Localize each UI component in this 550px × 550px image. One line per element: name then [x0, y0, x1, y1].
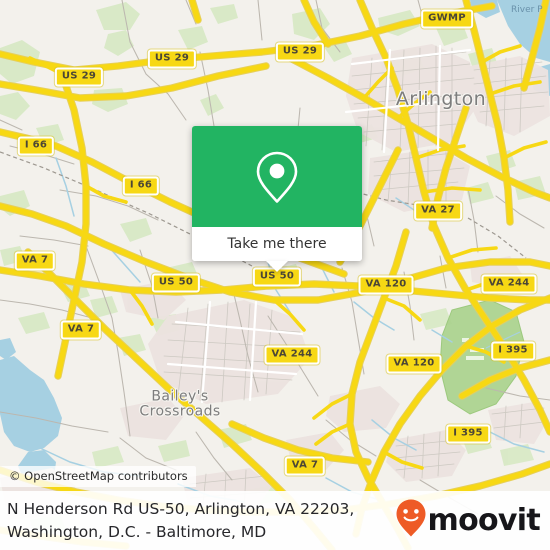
popup-action-row[interactable]: Take me there: [192, 227, 362, 261]
road-shield-us-29[interactable]: US 29: [275, 42, 325, 62]
map-attribution[interactable]: © OpenStreetMap contributors: [0, 466, 196, 487]
road-shield-va-7[interactable]: VA 7: [14, 251, 56, 271]
road-shield-va-27[interactable]: VA 27: [414, 201, 462, 221]
popup-header: [192, 126, 362, 227]
road-shield-us-29[interactable]: US 29: [147, 49, 197, 69]
popup-pointer-tail: [266, 261, 288, 272]
moovit-brand[interactable]: moovit: [395, 498, 550, 543]
road-shield-i-395[interactable]: I 395: [446, 424, 490, 444]
road-shield-va-120[interactable]: VA 120: [386, 354, 442, 374]
footer-address-line2: Washington, D.C. - Baltimore, MD: [7, 522, 267, 541]
road-shield-va-244[interactable]: VA 244: [481, 274, 537, 294]
road-shield-va-120[interactable]: VA 120: [358, 275, 414, 295]
road-shield-va-7[interactable]: VA 7: [284, 456, 326, 476]
map-pin-icon: [255, 150, 299, 204]
footer-address-line1: N Henderson Rd US-50, Arlington, VA 2220…: [7, 499, 355, 518]
smiling-pin-icon: [395, 498, 427, 543]
road-shield-us-50[interactable]: US 50: [151, 273, 201, 293]
road-shield-va-7[interactable]: VA 7: [60, 320, 102, 340]
road-shield-i-395[interactable]: I 395: [491, 341, 535, 361]
map-canvas[interactable]: .mw { fill:none; stroke:#f7d814; stroke-…: [0, 0, 550, 550]
road-shield-i-66[interactable]: I 66: [122, 176, 160, 196]
map-screenshot: .mw { fill:none; stroke:#f7d814; stroke-…: [0, 0, 550, 550]
road-shield-us-29[interactable]: US 29: [54, 67, 104, 87]
footer-bar: N Henderson Rd US-50, Arlington, VA 2220…: [0, 491, 550, 550]
road-shield-va-244[interactable]: VA 244: [264, 345, 320, 365]
take-me-there-label: Take me there: [227, 236, 327, 252]
water-label-river: River P: [511, 5, 543, 15]
moovit-wordmark: moovit: [427, 503, 541, 538]
location-popup-card[interactable]: Take me there: [192, 126, 362, 272]
road-shield-gwmp[interactable]: GWMP: [421, 9, 473, 29]
road-shield-i-66[interactable]: I 66: [17, 136, 55, 156]
footer-address: N Henderson Rd US-50, Arlington, VA 2220…: [0, 498, 395, 544]
